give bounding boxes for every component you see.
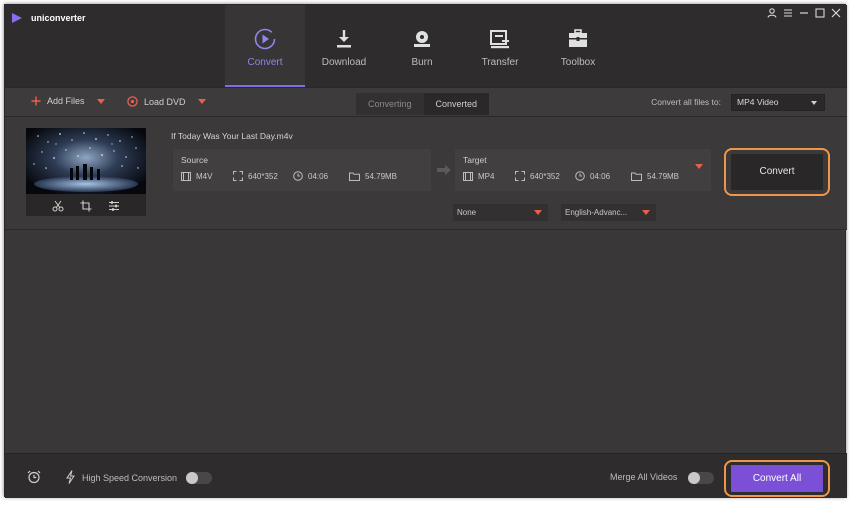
tab-burn[interactable]: Burn xyxy=(383,5,461,87)
source-info-panel: Source M4V 640*352 04:06 54.79MB xyxy=(173,149,431,191)
resolution-icon xyxy=(515,171,525,181)
merge-videos-toggle[interactable] xyxy=(688,472,714,484)
target-size: 54.79MB xyxy=(647,171,680,181)
chevron-down-icon xyxy=(534,210,542,215)
app-window: uniconverter Convert Download Burn Trans… xyxy=(4,4,847,498)
close-icon[interactable] xyxy=(831,8,841,18)
audio-track-value: English-Advanc... xyxy=(565,208,628,217)
audio-track-select[interactable]: English-Advanc... xyxy=(561,204,656,221)
user-icon[interactable] xyxy=(767,8,777,18)
tab-download-label: Download xyxy=(321,57,367,68)
crop-icon[interactable] xyxy=(80,200,92,212)
toolbar: Add Files Load DVD Converting Converted … xyxy=(5,87,847,117)
convert-all-button[interactable]: Convert All xyxy=(731,465,823,492)
output-format-select[interactable]: MP4 Video xyxy=(731,94,825,111)
thumbnail-image xyxy=(26,128,146,194)
plus-icon xyxy=(31,96,41,106)
file-row: If Today Was Your Last Day.m4v Source M4… xyxy=(5,117,847,230)
toolbox-icon xyxy=(569,29,587,47)
clock-icon xyxy=(575,171,585,181)
video-thumbnail[interactable] xyxy=(26,128,146,194)
load-dvd-dropdown-icon[interactable] xyxy=(197,99,206,104)
video-format-icon xyxy=(181,171,191,181)
tab-transfer[interactable]: Transfer xyxy=(461,5,539,87)
chevron-down-icon xyxy=(642,210,650,215)
download-icon xyxy=(337,30,351,48)
tab-burn-label: Burn xyxy=(411,57,433,68)
convert-icon xyxy=(254,28,276,50)
source-size: 54.79MB xyxy=(365,171,398,181)
add-files-button[interactable]: Add Files xyxy=(31,96,105,106)
effects-icon[interactable] xyxy=(108,200,120,212)
tab-convert-label: Convert xyxy=(247,57,283,68)
tab-convert[interactable]: Convert xyxy=(225,5,305,87)
tab-toolbox-label: Toolbox xyxy=(560,57,596,68)
target-duration: 04:06 xyxy=(590,171,611,181)
arrow-right-icon xyxy=(437,165,451,175)
dvd-icon xyxy=(127,96,138,107)
high-speed-toggle[interactable] xyxy=(186,472,212,484)
convert-all-highlight: Convert All xyxy=(724,460,830,497)
convert-highlight: Convert xyxy=(724,148,830,196)
clock-icon xyxy=(293,171,303,181)
trim-icon[interactable] xyxy=(52,200,64,212)
folder-icon xyxy=(631,172,642,181)
target-dropdown-icon[interactable] xyxy=(695,164,703,169)
tab-converted[interactable]: Converted xyxy=(423,93,490,115)
burn-icon xyxy=(414,31,430,47)
toggle-knob xyxy=(688,472,700,484)
tab-toolbox[interactable]: Toolbox xyxy=(539,5,617,87)
app-title: uniconverter xyxy=(31,13,86,23)
source-format: M4V xyxy=(196,171,213,181)
convert-button[interactable]: Convert xyxy=(731,154,823,190)
main-nav: Convert Download Burn Transfer Toolbox xyxy=(225,5,617,87)
bottom-bar: High Speed Conversion Merge All Videos C… xyxy=(5,453,847,498)
alarm-clock-icon[interactable] xyxy=(27,470,41,484)
load-dvd-label: Load DVD xyxy=(144,96,186,107)
status-tabs: Converting Converted xyxy=(356,93,490,115)
chevron-down-icon xyxy=(811,101,817,105)
source-details: M4V 640*352 04:06 54.79MB xyxy=(181,171,397,181)
maximize-icon[interactable] xyxy=(815,8,825,18)
logo-icon xyxy=(12,13,22,23)
target-title: Target xyxy=(463,155,487,165)
target-resolution: 640*352 xyxy=(530,171,560,181)
target-details: MP4 640*352 04:06 54.79MB xyxy=(463,171,679,181)
menu-icon[interactable] xyxy=(783,8,793,18)
source-resolution: 640*352 xyxy=(248,171,278,181)
lightning-icon xyxy=(66,470,75,484)
tab-converting[interactable]: Converting xyxy=(356,93,424,115)
output-format-value: MP4 Video xyxy=(737,97,779,107)
app-logo: uniconverter xyxy=(11,12,86,24)
minimize-icon[interactable] xyxy=(799,8,809,18)
target-format: MP4 xyxy=(478,171,495,181)
high-speed-label: High Speed Conversion xyxy=(82,473,178,483)
tab-download[interactable]: Download xyxy=(305,5,383,87)
window-controls xyxy=(767,8,841,18)
thumbnail-toolbar xyxy=(26,195,146,216)
add-files-dropdown-icon[interactable] xyxy=(96,98,105,104)
merge-videos-label: Merge All Videos xyxy=(610,472,678,482)
source-duration: 04:06 xyxy=(308,171,329,181)
tab-transfer-label: Transfer xyxy=(481,57,519,68)
add-files-label: Add Files xyxy=(47,96,85,106)
resolution-icon xyxy=(233,171,243,181)
target-info-panel[interactable]: Target MP4 640*352 04:06 54.79MB xyxy=(455,149,711,191)
subtitle-value: None xyxy=(457,208,477,217)
convert-all-to-label: Convert all files to: xyxy=(651,97,721,107)
header-bar: uniconverter Convert Download Burn Trans… xyxy=(5,5,847,87)
source-title: Source xyxy=(181,155,208,165)
load-dvd-button[interactable]: Load DVD xyxy=(127,96,206,107)
toggle-knob xyxy=(186,472,198,484)
video-thumbnail-panel xyxy=(26,128,146,216)
transfer-icon xyxy=(490,30,509,49)
file-name: If Today Was Your Last Day.m4v xyxy=(171,131,293,141)
subtitle-select[interactable]: None xyxy=(453,204,548,221)
folder-icon xyxy=(349,172,360,181)
video-format-icon xyxy=(463,171,473,181)
